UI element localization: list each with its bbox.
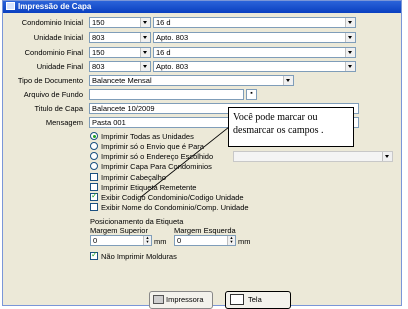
callout-note: Você pode marcar ou desmarcar os campos … — [228, 107, 354, 147]
impressora-button[interactable]: Impressora — [149, 291, 213, 309]
print-cover-window: Impressão de Capa Condominio Inicial 150… — [2, 0, 402, 309]
tela-button[interactable]: Tela — [225, 291, 291, 309]
impressora-label: Impressora — [166, 295, 204, 304]
printer-icon — [153, 295, 164, 304]
screen-icon — [230, 294, 244, 305]
tela-label: Tela — [248, 295, 262, 304]
callout-pointer — [140, 126, 230, 198]
